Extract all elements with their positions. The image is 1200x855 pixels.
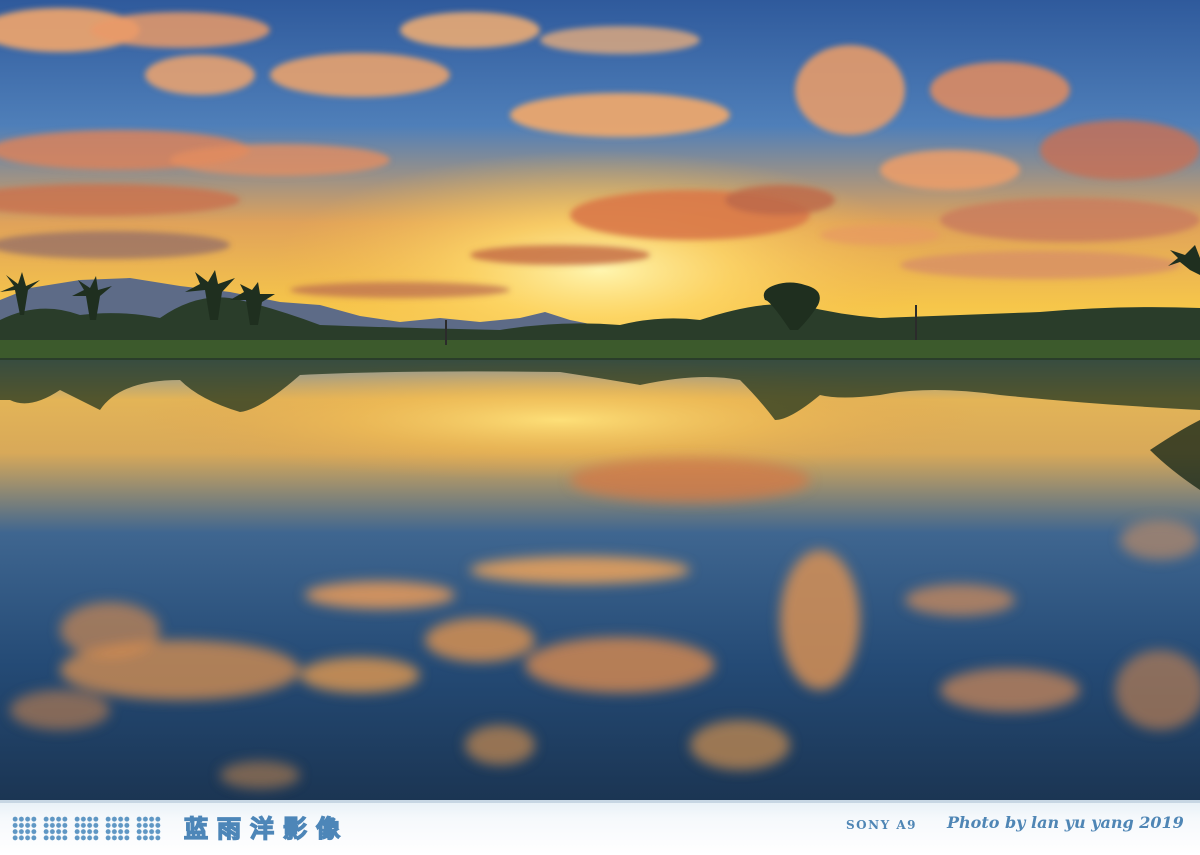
sunset-lake-scene — [0, 0, 1200, 800]
dot-block — [43, 816, 68, 841]
dot-block — [12, 816, 37, 841]
photo-frame: 蓝雨洋影像 SONY A9 Photo by lan yu yang 2019 — [0, 0, 1200, 855]
studio-name: 蓝雨洋影像 — [183, 813, 349, 843]
grass-bank — [0, 340, 1200, 358]
dot-pattern-logo — [12, 816, 161, 841]
dot-block — [136, 816, 161, 841]
camera-model: SONY A9 — [846, 818, 917, 832]
photo-credit: Photo by lan yu yang 2019 — [947, 813, 1184, 832]
dot-block — [105, 816, 130, 841]
dot-block — [74, 816, 99, 841]
landscape-photo — [0, 0, 1200, 800]
footer-bar: 蓝雨洋影像 SONY A9 Photo by lan yu yang 2019 — [0, 800, 1200, 855]
